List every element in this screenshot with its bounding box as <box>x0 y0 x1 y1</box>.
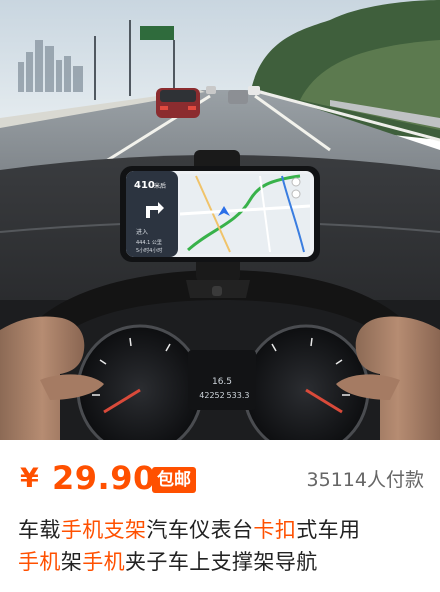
price-row: ¥ 29.90 包邮 35114人付款 <box>16 458 424 502</box>
title-keyword: 手机 <box>18 550 61 574</box>
sold-count: 35114人付款 <box>306 469 424 491</box>
free-shipping-badge: 包邮 <box>152 467 196 493</box>
dash-trip: 533.3 <box>227 391 250 400</box>
phone-remaining: 444.1 公里 <box>136 240 162 246</box>
title-segment: 夹子车上支撑架导航 <box>125 550 318 574</box>
map-area <box>179 174 311 254</box>
phone-distance: 410 <box>134 180 155 191</box>
title-segment: 车载 <box>18 518 61 542</box>
dash-odometer: 42252 <box>199 391 224 400</box>
title-segment: 架 <box>60 550 83 574</box>
phone-distance-unit: 米后 <box>154 182 166 190</box>
title-keyword: 卡扣 <box>253 518 297 542</box>
phone-turn-label: 进入 <box>136 228 148 236</box>
price-amount: 29.90 <box>52 459 156 497</box>
dash-temperature: 16.5 <box>212 377 232 387</box>
title-segment: 式车用 <box>296 518 361 542</box>
title-keyword: 手机 <box>82 550 126 574</box>
currency-symbol: ¥ <box>20 463 39 494</box>
title-segment: 汽车仪表台 <box>146 518 254 542</box>
phone-eta: 5小时4小时 <box>136 247 162 254</box>
product-card[interactable]: 16.5 42252 533.3 410 米后 进入 444.1 公里 5小时4… <box>0 0 440 592</box>
product-image[interactable]: 16.5 42252 533.3 410 米后 进入 444.1 公里 5小时4… <box>0 0 440 440</box>
product-title[interactable]: 车载手机支架汽车仪表台卡扣式车用 手机架手机夹子车上支撑架导航 <box>18 514 428 578</box>
title-keyword: 手机支架 <box>60 518 147 542</box>
